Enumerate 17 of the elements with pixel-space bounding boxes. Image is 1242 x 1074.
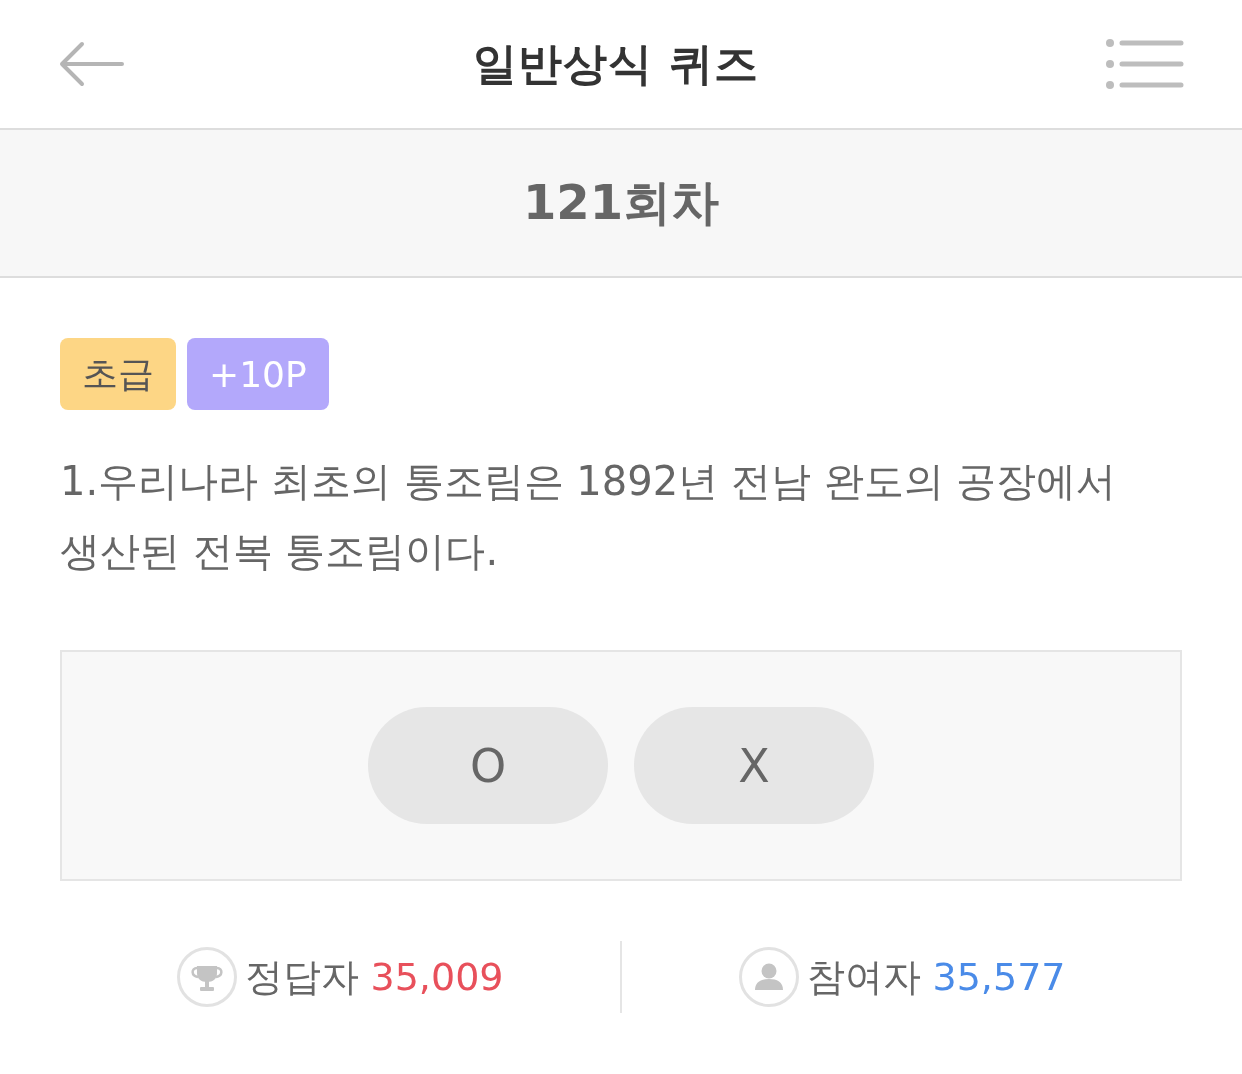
trophy-icon bbox=[176, 947, 237, 1007]
answer-button[interactable]: O bbox=[368, 707, 608, 824]
page-title: 일반상식 퀴즈 bbox=[472, 36, 760, 91]
back-button[interactable] bbox=[58, 40, 126, 88]
back-arrow-icon bbox=[58, 40, 126, 88]
points-badge: +10P bbox=[187, 338, 329, 410]
question-text: 1.우리나라 최초의 통조림은 1892년 전남 완도의 공장에서 생산된 전복 통조림이다. bbox=[60, 457, 1118, 576]
participant-count: 35,577 bbox=[932, 955, 1066, 999]
person-icon bbox=[738, 947, 799, 1007]
menu-icon bbox=[1106, 39, 1184, 89]
correct-count-label: 정답자 bbox=[244, 953, 359, 1001]
level-badge: 초급 bbox=[60, 338, 176, 410]
answer-button[interactable]: X bbox=[634, 707, 874, 824]
correct-count: 35,009 bbox=[370, 955, 504, 999]
menu-button[interactable] bbox=[1106, 39, 1184, 89]
participant-count-label: 참여자 bbox=[806, 953, 921, 1001]
round-label: 121회차 bbox=[522, 173, 720, 232]
